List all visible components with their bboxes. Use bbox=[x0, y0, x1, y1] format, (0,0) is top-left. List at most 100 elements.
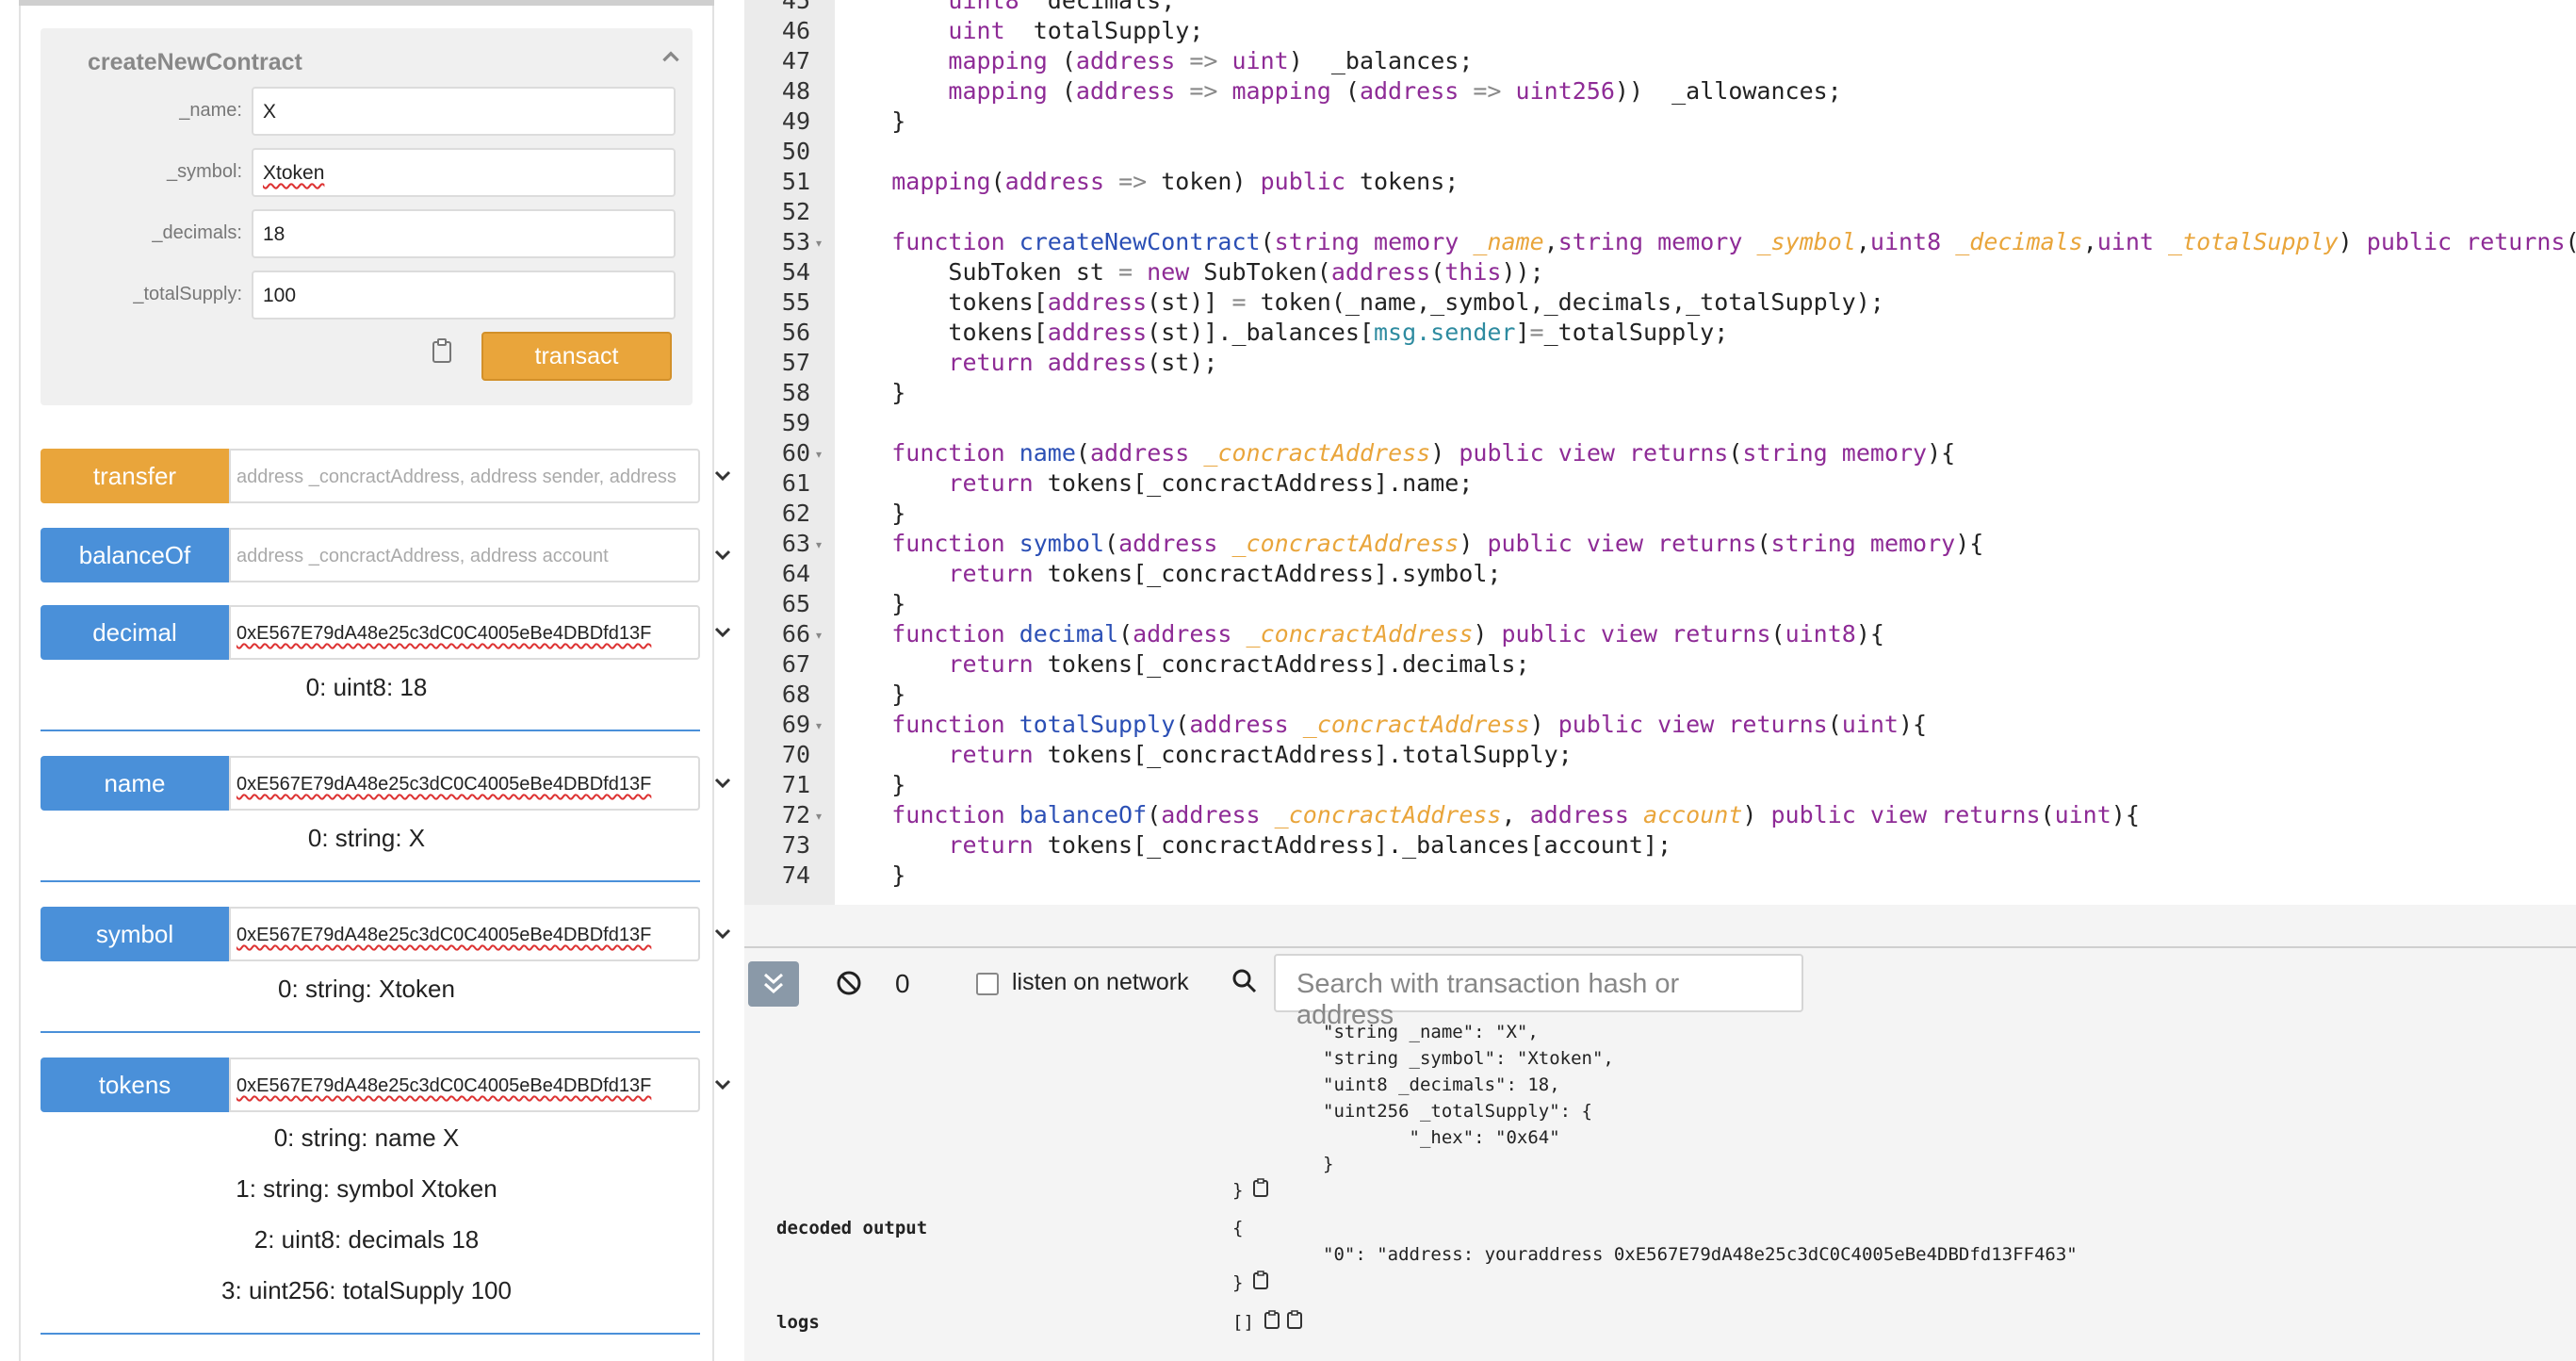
fold-toggle-icon[interactable]: ▾ bbox=[816, 810, 822, 823]
line-number: 63 bbox=[781, 530, 810, 557]
line-number: 72 bbox=[781, 801, 810, 828]
fold-toggle-icon[interactable]: ▾ bbox=[816, 719, 822, 732]
log-line: } bbox=[1232, 1180, 1244, 1201]
line-number: 50 bbox=[781, 138, 810, 165]
clipboard-icon[interactable] bbox=[1287, 1310, 1302, 1329]
divider bbox=[41, 730, 700, 731]
code-line: mapping (address => uint) _balances; bbox=[948, 47, 1474, 74]
code-line: } bbox=[835, 590, 906, 617]
decoded-output-value: "0": "address: youraddress 0xE567E79dA48… bbox=[1323, 1244, 2078, 1265]
code-line: } bbox=[835, 680, 906, 708]
clipboard-icon[interactable] bbox=[1253, 1271, 1268, 1289]
tokens-result: 2: uint8: decimals 18 bbox=[253, 1225, 480, 1254]
balanceof-button[interactable]: balanceOf bbox=[41, 528, 229, 582]
create-contract-title: createNewContract bbox=[88, 49, 302, 75]
line-number: 52 bbox=[781, 198, 810, 225]
name-args-input[interactable]: 0xE567E79dA48e25c3dC0C4005eBe4DBDfd13F bbox=[229, 756, 700, 811]
code-line: } bbox=[835, 500, 906, 527]
listen-network-checkbox[interactable] bbox=[976, 973, 999, 995]
symbol-input[interactable]: Xtoken bbox=[252, 148, 676, 197]
chevron-down-icon[interactable] bbox=[711, 1073, 734, 1095]
line-number: 57 bbox=[781, 349, 810, 376]
log-line: { bbox=[1232, 1218, 1244, 1238]
code-line: tokens[address(st)] = token(_name,_symbo… bbox=[835, 288, 1884, 316]
code-line: } bbox=[835, 771, 906, 798]
decoded-output-label: decoded output bbox=[776, 1218, 928, 1238]
fold-toggle-icon[interactable]: ▾ bbox=[816, 629, 822, 642]
balanceof-args-input[interactable]: address _concractAddress, address accoun… bbox=[229, 528, 700, 582]
chevron-down-icon[interactable] bbox=[711, 464, 734, 486]
clipboard-icon[interactable] bbox=[432, 337, 452, 364]
code-editor[interactable]: 45 46 47 48 49 50 51 52 53 ▾ 54 55 56 57 58 59 60 ▾ 61 62 63… bbox=[744, 0, 2576, 905]
field-symbol-row: _symbol: Xtoken bbox=[41, 148, 693, 197]
collapse-terminal-button[interactable] bbox=[748, 961, 799, 1007]
chevron-down-icon[interactable] bbox=[711, 543, 734, 566]
decimal-result: 0: uint8: 18 bbox=[305, 673, 428, 701]
code-line: return tokens[_concractAddress]._balance… bbox=[948, 831, 1672, 859]
fold-toggle-icon[interactable]: ▾ bbox=[816, 538, 822, 551]
code-line: return tokens[_concractAddress].name; bbox=[948, 469, 1474, 497]
symbol-button[interactable]: symbol bbox=[41, 907, 229, 961]
code-line: } bbox=[835, 107, 906, 135]
code-line: function decimal(address _concractAddres… bbox=[891, 620, 1884, 648]
code-line: function name(address _concractAddress) … bbox=[891, 439, 1956, 467]
tokens-args-input[interactable]: 0xE567E79dA48e25c3dC0C4005eBe4DBDfd13F bbox=[229, 1058, 700, 1112]
function-row-symbol: symbol 0xE567E79dA48e25c3dC0C4005eBe4DBD… bbox=[41, 907, 731, 961]
log-line: "string _symbol": "Xtoken", bbox=[1323, 1048, 1614, 1069]
code-area[interactable]: uint8 decimals; uint totalSupply; mappin… bbox=[835, 0, 2576, 905]
symbol-args-input[interactable]: 0xE567E79dA48e25c3dC0C4005eBe4DBDfd13F bbox=[229, 907, 700, 961]
line-number: 53 bbox=[781, 228, 810, 255]
function-row-decimal: decimal 0xE567E79dA48e25c3dC0C4005eBe4DB… bbox=[41, 605, 731, 660]
fold-toggle-icon[interactable]: ▾ bbox=[816, 448, 822, 461]
divider bbox=[41, 1031, 700, 1033]
pending-tx-count: 0 bbox=[895, 969, 910, 998]
clipboard-icon[interactable] bbox=[1264, 1310, 1280, 1329]
tokens-result: 1: string: symbol Xtoken bbox=[236, 1174, 497, 1203]
log-line: } bbox=[1323, 1154, 1334, 1174]
listen-network-label: listen on network bbox=[1012, 969, 1189, 995]
panel-top-bar bbox=[19, 0, 714, 6]
line-number: 58 bbox=[781, 379, 810, 406]
line-number: 46 bbox=[781, 17, 810, 44]
line-number: 49 bbox=[781, 107, 810, 135]
transact-button[interactable]: transact bbox=[481, 332, 672, 381]
line-number: 56 bbox=[781, 319, 810, 346]
code-line: return tokens[_concractAddress].symbol; bbox=[948, 560, 1502, 587]
remix-ide: createNewContract _name: X _symbol: Xtok… bbox=[0, 0, 2576, 1361]
line-number: 47 bbox=[781, 47, 810, 74]
clipboard-icon[interactable] bbox=[1253, 1178, 1268, 1197]
name-button[interactable]: name bbox=[41, 756, 229, 811]
line-number: 74 bbox=[781, 861, 810, 889]
log-line: "_hex": "0x64" bbox=[1323, 1127, 1560, 1148]
decimal-args-input[interactable]: 0xE567E79dA48e25c3dC0C4005eBe4DBDfd13F bbox=[229, 605, 700, 660]
decimal-button[interactable]: decimal bbox=[41, 605, 229, 660]
decimals-input[interactable]: 18 bbox=[252, 209, 676, 258]
chevron-down-icon[interactable] bbox=[711, 620, 734, 643]
tokens-result: 3: uint256: totalSupply 100 bbox=[221, 1276, 512, 1304]
line-number: 69 bbox=[781, 711, 810, 738]
code-line: return address(st); bbox=[948, 349, 1218, 376]
tokens-result: 0: string: name X bbox=[273, 1123, 460, 1152]
field-label: _decimals: bbox=[152, 222, 242, 243]
transfer-args-input[interactable]: address _concractAddress, address sender… bbox=[229, 449, 700, 503]
line-number: 67 bbox=[781, 650, 810, 678]
chevron-down-icon[interactable] bbox=[711, 771, 734, 794]
line-number: 64 bbox=[781, 560, 810, 587]
deployed-contract-panel: createNewContract _name: X _symbol: Xtok… bbox=[0, 0, 731, 1361]
line-number: 66 bbox=[781, 620, 810, 648]
code-line: SubToken st = new SubToken(address(this)… bbox=[835, 258, 1544, 286]
tokens-button[interactable]: tokens bbox=[41, 1058, 229, 1112]
double-chevron-down-icon bbox=[764, 973, 783, 994]
logs-value: [] bbox=[1232, 1312, 1254, 1333]
transaction-search-input[interactable]: Search with transaction hash or address bbox=[1274, 954, 1803, 1030]
terminal-panel: 0 listen on network Search with transact… bbox=[744, 905, 2576, 1361]
totalsupply-input[interactable]: 100 bbox=[252, 271, 676, 320]
chevron-down-icon[interactable] bbox=[711, 922, 734, 944]
transfer-button[interactable]: transfer bbox=[41, 449, 229, 503]
clear-console-icon[interactable] bbox=[835, 969, 863, 997]
name-input[interactable]: X bbox=[252, 87, 676, 136]
fold-toggle-icon[interactable]: ▾ bbox=[816, 237, 822, 250]
chevron-up-icon[interactable] bbox=[659, 45, 683, 70]
line-number: 68 bbox=[781, 680, 810, 708]
field-label: _name: bbox=[179, 100, 242, 121]
